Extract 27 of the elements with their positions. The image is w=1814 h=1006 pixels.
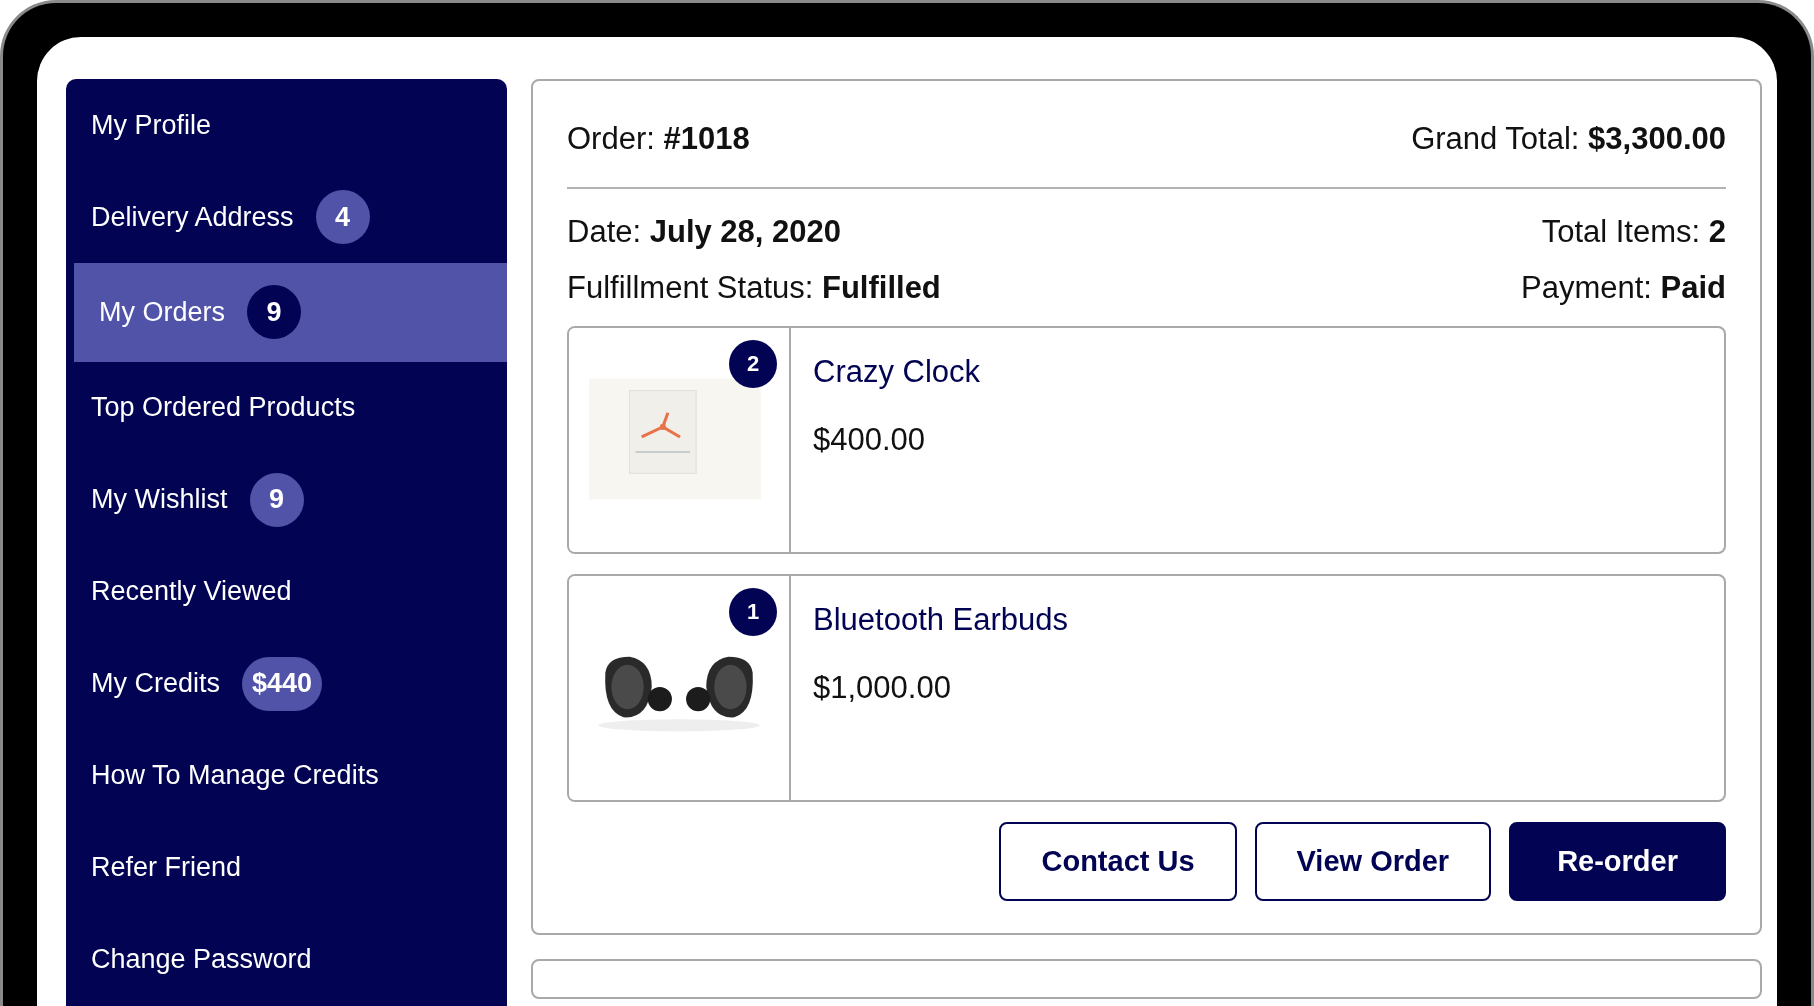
sidebar-item[interactable]: My Profile [74,79,507,171]
sidebar-item[interactable]: My Wishlist 9 [74,453,507,546]
order-number: Order: #1018 [567,121,750,157]
product-price: $400.00 [813,422,927,458]
action-button[interactable]: View Order [1254,822,1492,901]
sidebar-item[interactable]: How To Manage Credits [74,729,507,822]
sidebar-item[interactable]: Delivery Address 4 [74,171,507,263]
product-link[interactable]: Bluetooth Earbuds [813,602,1069,638]
product-link[interactable]: Crazy Clock [813,354,981,390]
sidebar-item[interactable]: Change Password [74,913,507,1006]
count-badge: $440 [242,656,323,711]
sidebar-item[interactable]: Refer Friend [74,821,507,914]
count-badge: 4 [315,190,370,244]
fulfillment-status: Fulfillment Status: Fulfilled [567,270,941,306]
action-button[interactable]: Contact Us [999,822,1237,901]
order-date: Date: July 28, 2020 [567,214,842,250]
payment-status: Payment: Paid [1520,270,1726,306]
total-items: Total Items: 2 [1541,214,1726,250]
sidebar-item[interactable]: My Orders 9 [74,263,507,362]
grand-total: Grand Total: $3,300.00 [1411,121,1726,157]
sidebar-item[interactable]: My Credits $440 [74,637,507,730]
product-price: $1,000.00 [813,670,952,706]
reorder-button[interactable]: Re-order [1509,822,1726,901]
sidebar-item[interactable]: Recently Viewed [74,545,507,638]
count-badge: 9 [249,472,304,527]
count-badge: 9 [247,285,301,340]
sidebar-item[interactable]: Top Ordered Products [74,361,507,454]
